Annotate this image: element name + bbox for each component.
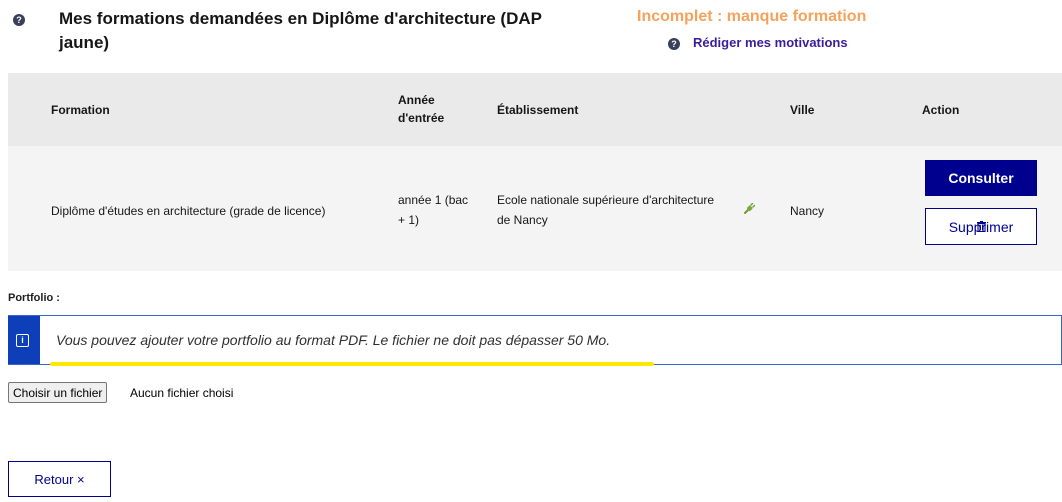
header-formation: Formation bbox=[51, 103, 110, 117]
highlight-underline bbox=[50, 362, 654, 366]
cell-annee: année 1 (bac + 1) bbox=[398, 193, 469, 227]
info-stripe: i bbox=[8, 316, 40, 364]
choose-file-button[interactable]: Choisir un fichier bbox=[8, 382, 108, 403]
cell-etablissement: Ecole nationale supérieure d'architectur… bbox=[497, 193, 715, 227]
retour-button[interactable]: Retour × bbox=[8, 461, 111, 497]
table-row: Diplôme d'études en architecture (grade … bbox=[8, 146, 1062, 271]
portfolio-label: Portfolio : bbox=[8, 292, 60, 304]
trash-icon bbox=[976, 221, 986, 232]
table-header: Formation Année d'entrée Établissement V… bbox=[8, 73, 1062, 146]
cell-formation: Diplôme d'études en architecture (grade … bbox=[51, 204, 326, 218]
header-ville: Ville bbox=[790, 103, 815, 117]
header-action: Action bbox=[922, 103, 960, 117]
status-text: Incomplet : manque formation bbox=[637, 8, 867, 25]
write-motivation-link[interactable]: Rédiger mes motivations bbox=[693, 35, 848, 50]
help-icon[interactable]: ? bbox=[13, 14, 25, 26]
consulter-button[interactable]: Consulter bbox=[925, 160, 1037, 196]
portfolio-info-notice: i Vous pouvez ajouter votre portfolio au… bbox=[8, 315, 1062, 365]
header-etablissement: Établissement bbox=[497, 103, 579, 117]
supprimer-button[interactable]: Supprimer bbox=[925, 208, 1037, 245]
page-title: Mes formations demandées en Diplôme d'ar… bbox=[59, 9, 542, 52]
cell-ville: Nancy bbox=[790, 204, 825, 218]
portfolio-info-text: Vous pouvez ajouter votre portfolio au f… bbox=[56, 332, 611, 348]
header-annee: Année d'entrée bbox=[398, 93, 445, 125]
plug-icon bbox=[744, 203, 755, 214]
motivation-help-icon[interactable]: ? bbox=[668, 38, 680, 50]
info-icon: i bbox=[16, 334, 29, 347]
file-status: Aucun fichier choisi bbox=[130, 386, 234, 400]
